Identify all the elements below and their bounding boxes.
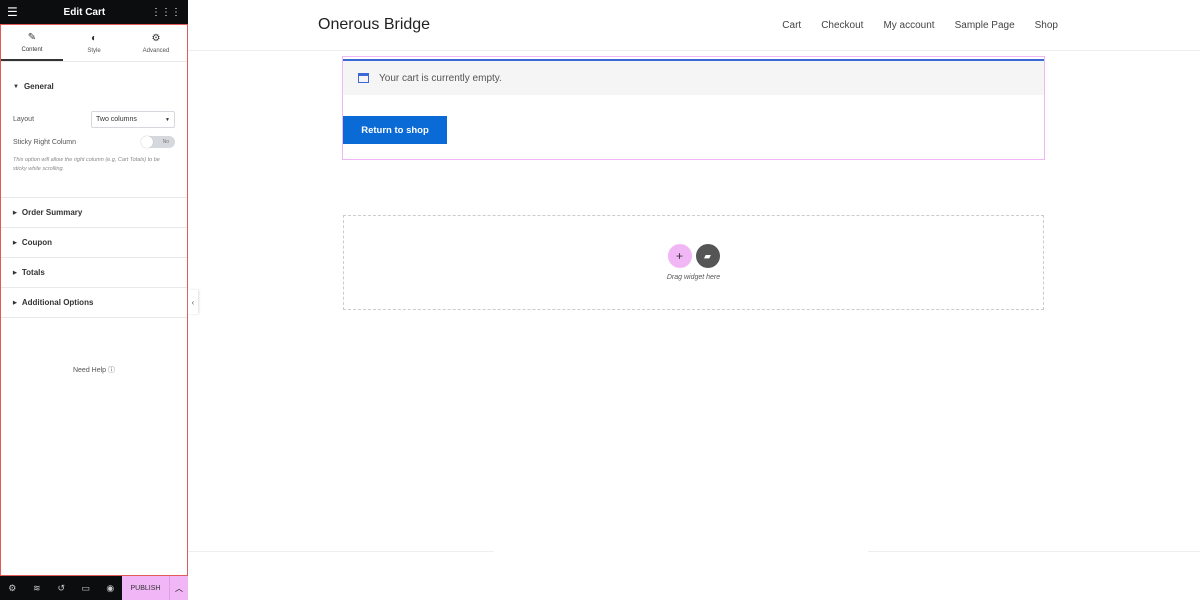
panel-header: ☰ Edit Cart ⋮⋮⋮ xyxy=(0,0,188,24)
cart-widget[interactable]: Your cart is currently empty. Return to … xyxy=(342,56,1045,160)
divider xyxy=(868,551,1200,552)
caret-right-icon: ▶ xyxy=(13,209,17,216)
chevron-up-icon[interactable]: ︿ xyxy=(170,576,188,600)
tab-style[interactable]: ◐ Style xyxy=(63,25,125,61)
help-icon: ⓘ xyxy=(108,367,116,374)
layers-icon[interactable]: ≋ xyxy=(25,583,50,594)
divider xyxy=(188,551,494,552)
cart-empty-notice: Your cart is currently empty. xyxy=(343,59,1044,95)
caret-right-icon: ▶ xyxy=(13,299,17,306)
drop-zone[interactable]: + ▰ Drag widget here xyxy=(343,215,1044,310)
panel-footer: ⚙ ≋ ↺ ▭ ◉ PUBLISH ︿ xyxy=(0,576,188,600)
preview-eye-icon[interactable]: ◉ xyxy=(98,583,123,594)
section-general: ▼ General Layout Two columns ▼ Sticky Righ… xyxy=(1,62,187,198)
hamburger-menu-icon[interactable]: ☰ xyxy=(7,5,18,19)
drop-zone-text: Drag widget here xyxy=(666,274,721,281)
caret-down-icon: ▼ xyxy=(165,116,170,123)
nav-my-account[interactable]: My account xyxy=(883,20,934,31)
site-preview: Onerous Bridge Cart Checkout My account … xyxy=(188,0,1200,600)
caret-down-icon: ▼ xyxy=(13,83,19,90)
editor-panel: ☰ Edit Cart ⋮⋮⋮ ✎ Content ◐ Style ⚙ Advance… xyxy=(0,0,188,600)
tab-advanced[interactable]: ⚙ Advanced xyxy=(125,25,187,61)
nav-shop[interactable]: Shop xyxy=(1035,20,1058,31)
settings-icon[interactable]: ⚙ xyxy=(0,583,25,594)
nav-sample-page[interactable]: Sample Page xyxy=(955,20,1015,31)
need-help-link[interactable]: Need Help ⓘ xyxy=(1,365,187,375)
gear-icon: ⚙ xyxy=(151,32,161,44)
nav-checkout[interactable]: Checkout xyxy=(821,20,863,31)
caret-right-icon: ▶ xyxy=(13,239,17,246)
responsive-icon[interactable]: ▭ xyxy=(74,583,99,594)
sticky-label: Sticky Right Column xyxy=(13,138,77,146)
contrast-icon: ◐ xyxy=(90,32,98,44)
panel-title: Edit Cart xyxy=(63,6,106,18)
calendar-icon xyxy=(358,73,369,83)
widgets-grid-icon[interactable]: ⋮⋮⋮ xyxy=(151,7,181,18)
section-totals[interactable]: ▶ Totals xyxy=(1,258,187,288)
template-folder-icon[interactable]: ▰ xyxy=(695,244,720,268)
section-order-summary[interactable]: ▶ Order Summary xyxy=(1,198,187,228)
section-general-header[interactable]: ▼ General xyxy=(13,62,175,111)
site-title[interactable]: Onerous Bridge xyxy=(318,16,430,34)
tab-content[interactable]: ✎ Content xyxy=(1,25,63,61)
section-additional-options[interactable]: ▶ Additional Options xyxy=(1,288,187,318)
layout-select[interactable]: Two columns ▼ xyxy=(91,111,175,128)
publish-button[interactable]: PUBLISH xyxy=(122,576,170,600)
add-section-plus-icon[interactable]: + xyxy=(667,244,692,268)
section-coupon[interactable]: ▶ Coupon xyxy=(1,228,187,258)
sticky-toggle[interactable]: No xyxy=(141,136,175,148)
history-icon[interactable]: ↺ xyxy=(49,583,74,594)
layout-label: Layout xyxy=(13,116,35,123)
nav-cart[interactable]: Cart xyxy=(782,20,801,31)
caret-right-icon: ▶ xyxy=(13,269,17,276)
sticky-description: This option will allow the right column … xyxy=(13,157,160,172)
return-to-shop-button[interactable]: Return to shop xyxy=(343,116,447,144)
pencil-icon: ✎ xyxy=(27,31,37,43)
